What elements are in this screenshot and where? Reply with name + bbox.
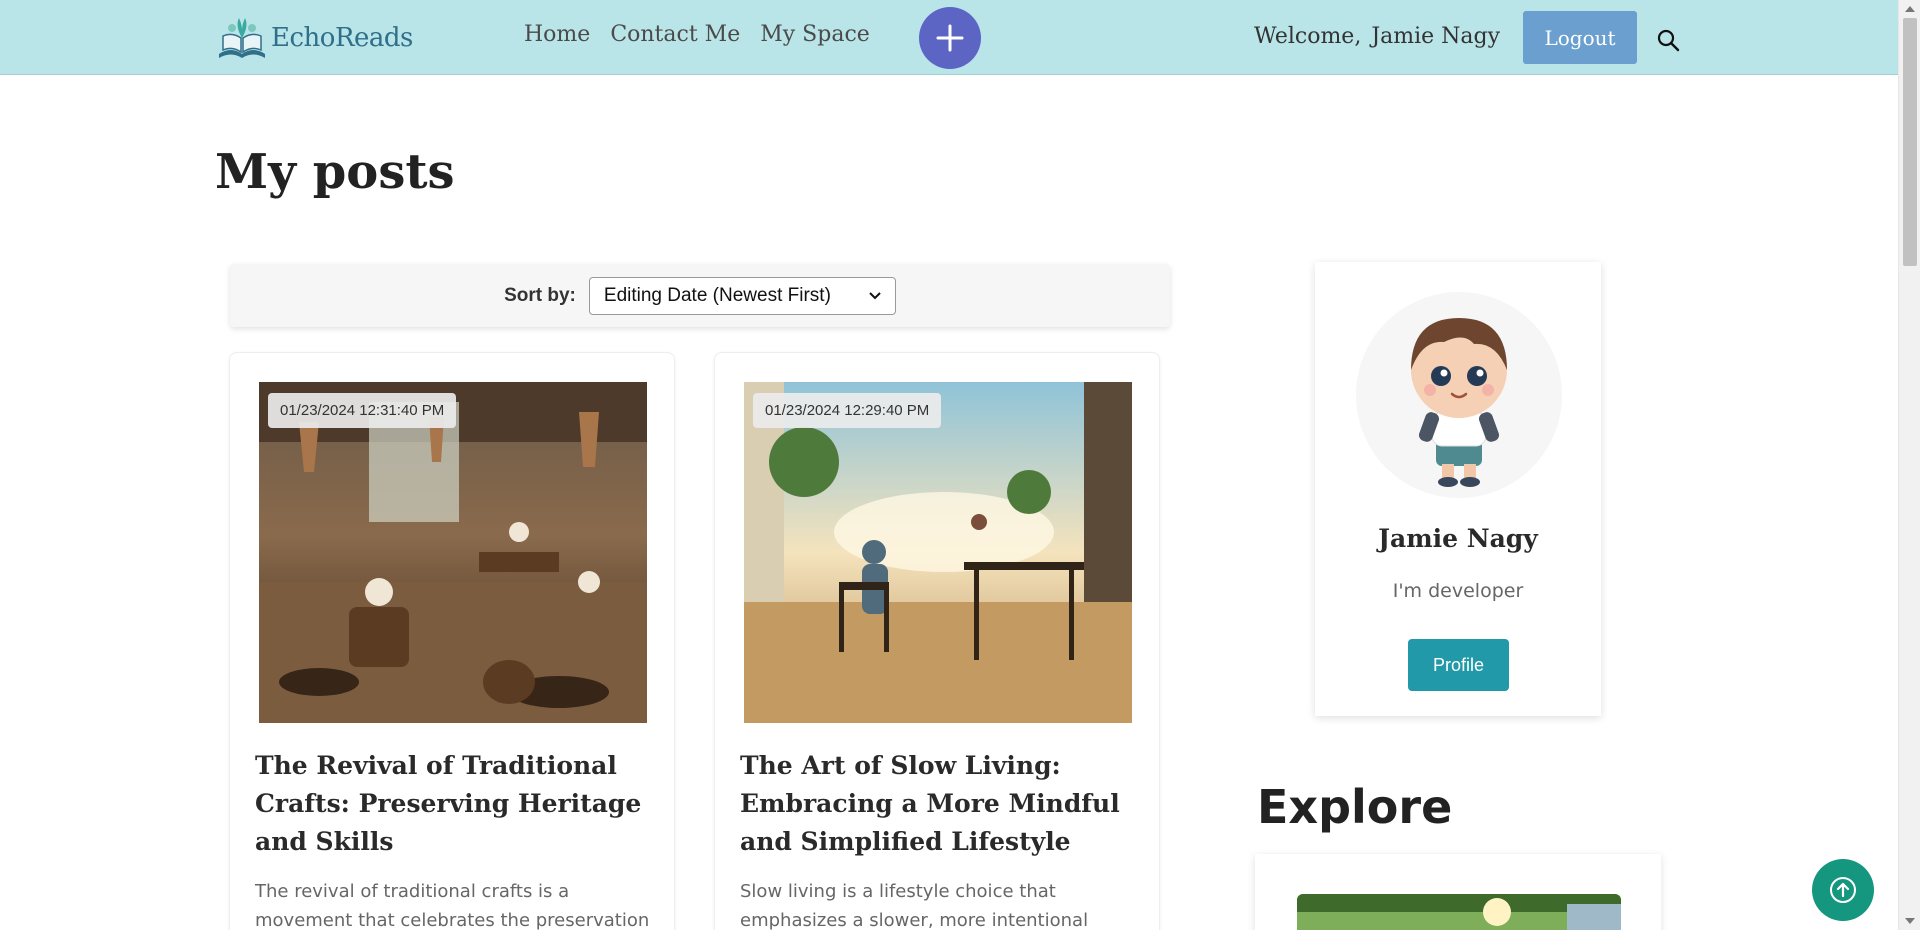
welcome-user-name: Jamie Nagy — [1371, 24, 1501, 49]
sort-bar: Sort by: Editing Date (Newest First) — [230, 264, 1170, 327]
nav-contact-me[interactable]: Contact Me — [610, 22, 740, 47]
explore-thumbnail[interactable] — [1297, 894, 1621, 930]
logo[interactable]: EchoReads — [215, 16, 413, 60]
sort-select[interactable]: Editing Date (Newest First) — [588, 276, 896, 315]
post-title[interactable]: The Art of Slow Living: Embracing a More… — [740, 747, 1140, 861]
chevron-down-icon — [869, 291, 881, 299]
page-scrollbar[interactable] — [1898, 0, 1920, 930]
nav-home[interactable]: Home — [524, 22, 590, 47]
profile-card: Jamie Nagy I'm developer Profile — [1315, 262, 1601, 716]
logout-button[interactable]: Logout — [1523, 11, 1637, 64]
arrow-up-icon — [1830, 877, 1856, 903]
post-card[interactable]: 01/23/2024 12:29:40 PM The Art of Slow L… — [714, 352, 1160, 930]
avatar — [1356, 292, 1562, 498]
page-title: My posts — [215, 144, 455, 200]
top-navbar: EchoReads Home Contact Me My Space Welco… — [0, 0, 1898, 75]
explore-card[interactable] — [1255, 854, 1661, 930]
slow-living-illustration — [744, 382, 1132, 723]
logo-book-icon — [219, 18, 265, 58]
post-date-badge: 01/23/2024 12:31:40 PM — [268, 393, 457, 428]
explore-heading: Explore — [1257, 780, 1453, 834]
profile-button[interactable]: Profile — [1408, 639, 1509, 691]
post-excerpt: The revival of traditional crafts is a m… — [255, 881, 650, 930]
cartoon-boy-avatar-icon — [1356, 292, 1562, 498]
post-image[interactable] — [259, 382, 647, 723]
back-to-top-button[interactable] — [1812, 859, 1874, 921]
post-excerpt: Slow living is a lifestyle choice that e… — [740, 881, 1089, 930]
scroll-up-arrow-icon[interactable] — [1905, 6, 1915, 12]
post-title[interactable]: The Revival of Traditional Crafts: Prese… — [255, 747, 655, 861]
post-card[interactable]: 01/23/2024 12:31:40 PM The Revival of Tr… — [229, 352, 675, 930]
plus-icon — [936, 24, 964, 52]
scroll-down-arrow-icon[interactable] — [1905, 918, 1915, 924]
main-nav: Home Contact Me My Space — [524, 22, 870, 47]
post-date-badge: 01/23/2024 12:29:40 PM — [753, 393, 942, 428]
welcome-label: Welcome, — [1254, 24, 1362, 49]
search-icon[interactable] — [1656, 28, 1680, 52]
landscape-thumbnail-illustration — [1297, 894, 1621, 930]
add-post-button[interactable] — [919, 7, 981, 69]
crafts-workshop-illustration — [259, 382, 647, 723]
sort-label: Sort by: — [504, 284, 576, 306]
nav-my-space[interactable]: My Space — [760, 22, 870, 47]
welcome-message: Welcome, Jamie Nagy — [1254, 24, 1500, 49]
profile-bio: I'm developer — [1392, 580, 1524, 602]
sort-selected-value: Editing Date (Newest First) — [603, 284, 831, 306]
profile-name: Jamie Nagy — [1378, 524, 1538, 553]
post-image[interactable] — [744, 382, 1132, 723]
logo-text: EchoReads — [271, 23, 413, 53]
scroll-thumb[interactable] — [1903, 18, 1917, 266]
